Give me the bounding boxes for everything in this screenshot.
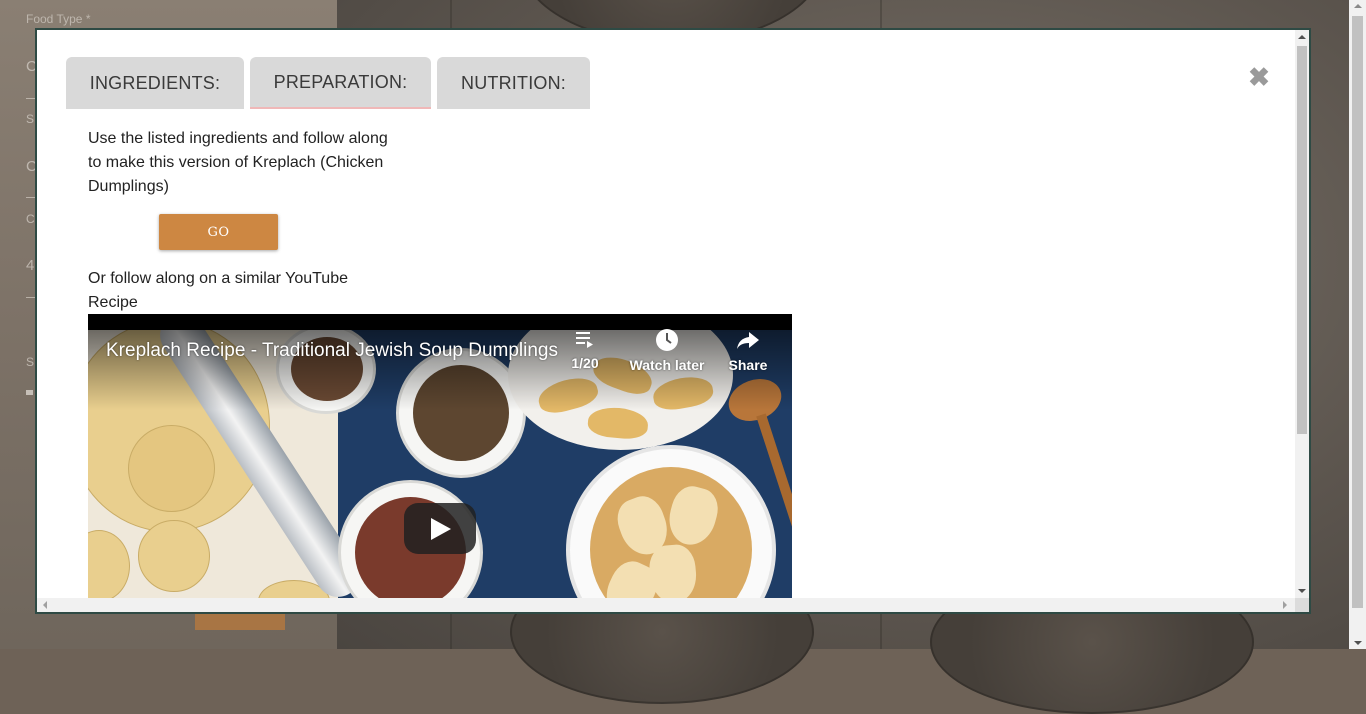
clock-icon <box>656 329 678 351</box>
tab-ingredients[interactable]: INGREDIENTS: <box>66 57 244 109</box>
scroll-up-arrow-icon[interactable] <box>1354 4 1362 8</box>
bg-field-value: 4 <box>26 257 35 274</box>
modal-scrollbar-thumb[interactable] <box>1297 46 1307 434</box>
recipe-modal: INGREDIENTS: PREPARATION: NUTRITION: ✖ U… <box>35 28 1311 614</box>
modal-vertical-scrollbar[interactable] <box>1295 30 1309 598</box>
scroll-down-arrow-icon[interactable] <box>1354 641 1362 645</box>
playlist-icon <box>576 332 593 348</box>
tab-preparation[interactable]: PREPARATION: <box>250 57 431 109</box>
modal-horizontal-scrollbar[interactable] <box>37 598 1295 612</box>
scrollbar-corner <box>1295 598 1309 612</box>
bg-field-label: S <box>26 112 35 126</box>
watch-later-label: Watch later <box>629 357 705 373</box>
watch-later-button[interactable]: Watch later <box>624 328 710 373</box>
youtube-alt-text: Or follow along on a similar YouTube Rec… <box>88 270 348 311</box>
bg-field-label: S <box>26 355 35 369</box>
scroll-left-arrow-icon[interactable] <box>43 601 47 609</box>
thumbnail-soup-bowl <box>566 445 776 598</box>
video-title[interactable]: Kreplach Recipe - Traditional Jewish Sou… <box>106 340 561 362</box>
share-icon <box>737 332 759 349</box>
modal-content: INGREDIENTS: PREPARATION: NUTRITION: ✖ U… <box>37 30 1295 598</box>
preparation-intro-text: Use the listed ingredients and follow al… <box>88 130 388 195</box>
food-type-label: Food Type * <box>26 12 91 26</box>
playlist-count: 1/20 <box>571 355 599 371</box>
modal-tabs: INGREDIENTS: PREPARATION: NUTRITION: <box>66 57 596 109</box>
playlist-control[interactable]: 1/20 <box>562 328 608 371</box>
scroll-down-arrow-icon[interactable] <box>1298 589 1306 593</box>
bg-checkbox <box>26 390 33 395</box>
close-icon[interactable]: ✖ <box>1247 64 1271 90</box>
play-icon <box>431 518 451 540</box>
go-button[interactable]: GO <box>159 214 278 250</box>
youtube-video-embed[interactable]: Kreplach Recipe - Traditional Jewish Sou… <box>88 314 792 598</box>
tab-nutrition[interactable]: NUTRITION: <box>437 57 590 109</box>
bg-field-label: C <box>26 212 35 226</box>
scroll-up-arrow-icon[interactable] <box>1298 35 1306 39</box>
scroll-right-arrow-icon[interactable] <box>1283 601 1287 609</box>
share-button[interactable]: Share <box>718 328 778 373</box>
page-scrollbar-thumb[interactable] <box>1352 16 1363 608</box>
bg-submit-button <box>195 612 285 630</box>
share-label: Share <box>728 357 768 373</box>
page-scrollbar[interactable] <box>1349 0 1366 649</box>
thumbnail-dough-circle <box>138 520 210 592</box>
thumbnail-dough-circle <box>128 425 215 512</box>
play-button[interactable] <box>404 503 476 554</box>
